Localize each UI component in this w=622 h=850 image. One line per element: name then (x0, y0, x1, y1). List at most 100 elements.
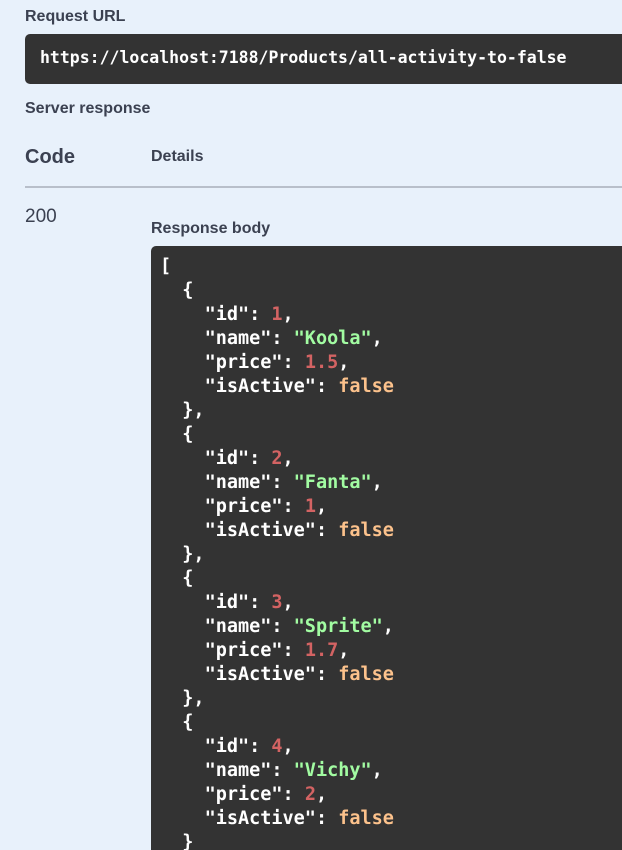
json-colon: : (249, 304, 272, 325)
request-url-label: Request URL (25, 8, 126, 25)
json-field-line: "name": "Vichy", (160, 759, 622, 783)
json-value-name: "Vichy" (293, 760, 372, 781)
json-colon: : (271, 328, 294, 349)
json-item-list: { "id": 1, "name": "Koola", "price": 1.5… (160, 279, 622, 850)
status-code: 200 (25, 206, 57, 227)
swagger-response-panel: Request URL https://localhost:7188/Produ… (0, 0, 622, 850)
json-colon: : (282, 496, 305, 517)
json-value-id: 1 (271, 304, 283, 325)
json-colon: : (249, 736, 272, 757)
json-value-isactive: false (338, 376, 394, 397)
json-object-close: } (160, 831, 622, 850)
json-comma: , (338, 640, 350, 661)
details-column-header: Details (151, 148, 204, 165)
json-key-id: "id" (204, 592, 250, 613)
code-column-header: Code (25, 146, 75, 168)
json-object-close: }, (160, 400, 205, 421)
json-field-line: "price": 2, (160, 783, 622, 807)
json-comma: , (371, 328, 383, 349)
json-key-id: "id" (204, 448, 250, 469)
json-value-price: 1 (304, 496, 316, 517)
response-body-code[interactable]: [ { "id": 1, "name": "Koola", "price": 1… (151, 246, 622, 850)
json-comma: , (282, 304, 294, 325)
json-key-isactive: "isActive" (204, 664, 316, 685)
json-value-id: 3 (271, 592, 283, 613)
json-key-isactive: "isActive" (204, 376, 316, 397)
json-key-name: "name" (204, 328, 272, 349)
json-field-line: "name": "Koola", (160, 327, 622, 351)
json-comma: , (315, 784, 328, 805)
json-key-name: "name" (204, 760, 272, 781)
json-value-name: "Koola" (293, 328, 372, 349)
json-object-open: { (160, 424, 194, 445)
json-value-name: "Sprite" (293, 616, 383, 637)
json-field-line: "isActive": false (160, 375, 622, 399)
json-object-open: { (160, 568, 194, 589)
json-key-id: "id" (204, 304, 250, 325)
response-body-label: Response body (151, 220, 271, 237)
json-field-line: "id": 1, (160, 303, 622, 327)
json-open-bracket: [ (160, 256, 172, 277)
json-key-price: "price" (204, 640, 283, 661)
json-field-line: "isActive": false (160, 807, 622, 831)
json-colon: : (271, 472, 294, 493)
json-value-price: 1.5 (304, 352, 339, 373)
json-comma: , (282, 448, 294, 469)
json-key-name: "name" (204, 472, 272, 493)
request-url-text[interactable]: https://localhost:7188/Products/all-acti… (40, 48, 567, 67)
json-colon: : (282, 784, 305, 805)
json-field-line: "price": 1.7, (160, 639, 622, 663)
json-key-price: "price" (204, 784, 283, 805)
json-key-id: "id" (204, 736, 250, 757)
json-key-name: "name" (204, 616, 272, 637)
json-comma: , (338, 352, 350, 373)
json-colon: : (249, 592, 272, 613)
json-object-open: { (160, 712, 194, 733)
json-comma: , (371, 472, 383, 493)
json-key-isactive: "isActive" (204, 520, 316, 541)
json-colon: : (315, 520, 339, 541)
server-response-label: Server response (25, 100, 151, 117)
table-header-divider (25, 186, 622, 188)
json-key-isactive: "isActive" (204, 808, 316, 829)
json-colon: : (282, 640, 305, 661)
json-field-line: "id": 4, (160, 735, 622, 759)
json-value-isactive: false (338, 664, 394, 685)
json-object-close: }, (160, 688, 205, 709)
json-value-name: "Fanta" (293, 472, 372, 493)
json-colon: : (282, 352, 305, 373)
json-value-price: 2 (304, 784, 316, 805)
request-url-box: https://localhost:7188/Products/all-acti… (25, 34, 622, 84)
json-comma: , (282, 592, 294, 613)
json-value-price: 1.7 (304, 640, 339, 661)
json-value-id: 4 (271, 736, 283, 757)
json-field-line: "price": 1.5, (160, 351, 622, 375)
json-colon: : (271, 760, 294, 781)
json-value-id: 2 (271, 448, 283, 469)
json-colon: : (315, 808, 339, 829)
json-comma: , (315, 496, 328, 517)
json-field-line: "price": 1, (160, 495, 622, 519)
json-field-line: "id": 3, (160, 591, 622, 615)
json-comma: , (371, 760, 383, 781)
json-field-line: "isActive": false (160, 519, 622, 543)
json-field-line: "name": "Sprite", (160, 615, 622, 639)
json-field-line: "name": "Fanta", (160, 471, 622, 495)
json-field-line: "isActive": false (160, 663, 622, 687)
json-trailing-brace: } (182, 832, 194, 850)
json-colon: : (315, 664, 339, 685)
json-field-line: "id": 2, (160, 447, 622, 471)
